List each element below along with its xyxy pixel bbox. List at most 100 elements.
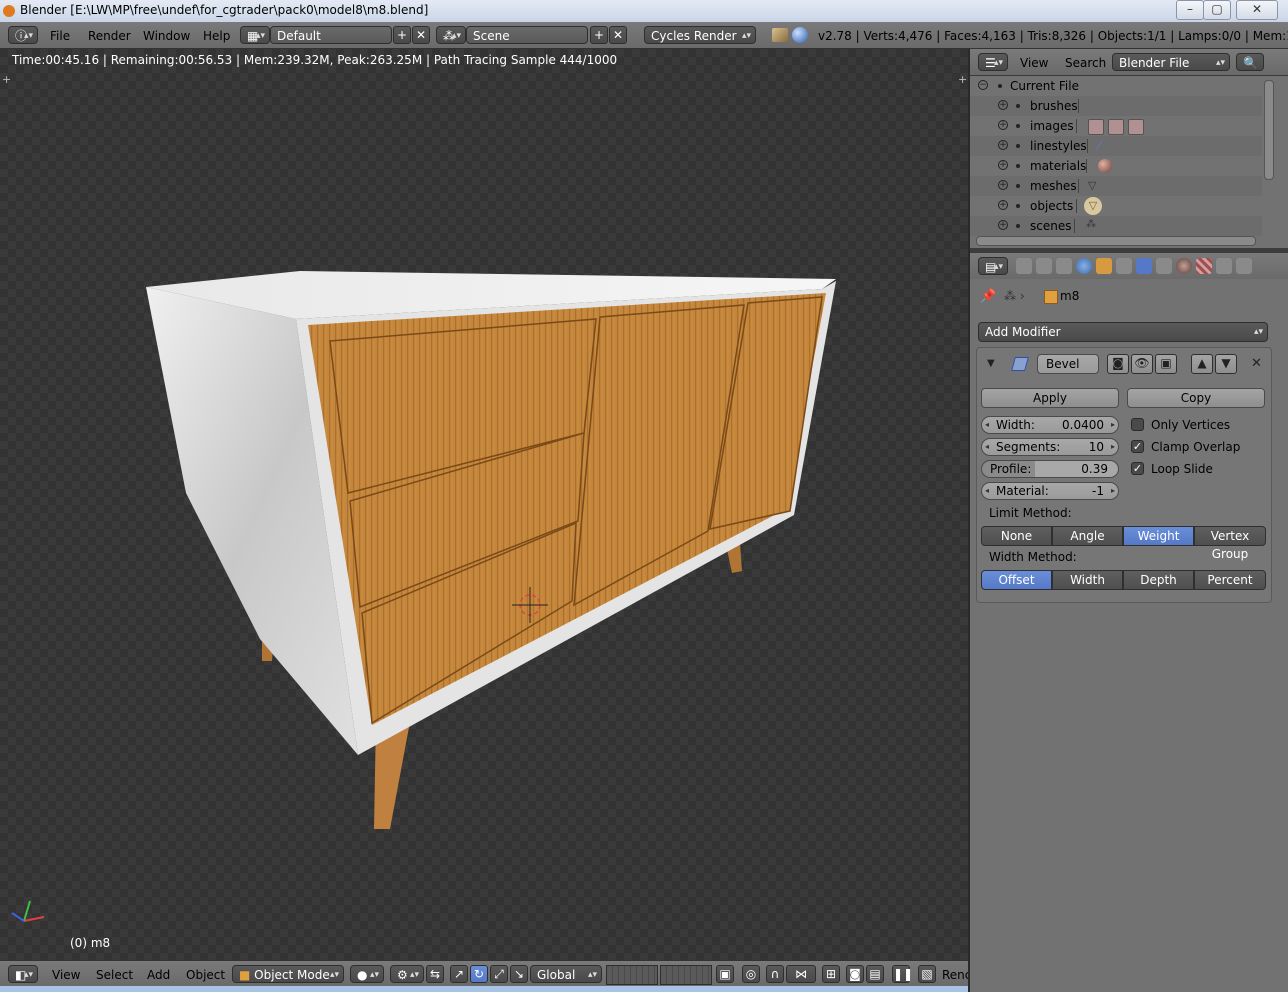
viewport-shading-icon[interactable]: ● ▴▾	[350, 965, 384, 983]
limit-method-weight[interactable]: Weight	[1123, 526, 1194, 546]
remove-scene-icon[interactable]: ✕	[609, 26, 627, 44]
close-icon[interactable]: ✕	[1236, 0, 1278, 20]
material-field[interactable]: ◂ Material: -1 ▸	[981, 482, 1119, 500]
expand-icon[interactable]: +	[998, 180, 1008, 190]
loop-slide-checkbox[interactable]: ✓	[1131, 462, 1144, 475]
data-tab-icon[interactable]	[1156, 258, 1172, 274]
editor-type-outliner-icon[interactable]: ☰ ▴▾	[978, 53, 1008, 71]
lock-camera-icon[interactable]: ▣	[716, 965, 734, 983]
snap-toggle-icon[interactable]: ∩	[766, 965, 784, 983]
move-up-icon[interactable]: ▲	[1191, 354, 1213, 374]
apply-button[interactable]: Apply	[981, 388, 1119, 408]
only-vertices-checkbox[interactable]	[1131, 418, 1144, 431]
outliner-item-linestyles[interactable]: + linestyles ⁄	[970, 136, 1262, 156]
move-down-icon[interactable]: ▼	[1215, 354, 1237, 374]
texture-tab-icon[interactable]	[1196, 258, 1212, 274]
snap-element-icon[interactable]: ⋈	[786, 965, 816, 983]
expand-icon[interactable]: +	[998, 160, 1008, 170]
outliner-item-meshes[interactable]: + meshes ▽	[970, 176, 1262, 196]
add-layout-icon[interactable]: +	[393, 26, 411, 44]
menu-window[interactable]: Window	[143, 29, 190, 43]
outliner-item-brushes[interactable]: + brushes	[970, 96, 1262, 116]
menu-help[interactable]: Help	[203, 29, 230, 43]
editmode-visibility-icon[interactable]: ▣	[1155, 354, 1177, 374]
segments-field[interactable]: ◂ Segments: 10 ▸	[981, 438, 1119, 456]
clamp-overlap-checkbox[interactable]: ✓	[1131, 440, 1144, 453]
modifier-name-field[interactable]: Bevel	[1037, 354, 1099, 374]
minimize-icon[interactable]: –	[1176, 0, 1204, 20]
render-visibility-icon[interactable]: ◙	[1107, 354, 1129, 374]
collapse-arrow-icon[interactable]: ▼	[987, 358, 995, 369]
collapse-icon[interactable]: −	[978, 80, 988, 90]
outliner-hscrollbar[interactable]	[976, 236, 1256, 246]
outliner-menu-view[interactable]: View	[1020, 56, 1048, 70]
proportional-edit-icon[interactable]: ◎	[742, 965, 760, 983]
expand-icon[interactable]: +	[998, 200, 1008, 210]
expand-icon[interactable]: +	[998, 100, 1008, 110]
width-method-percent[interactable]: Percent	[1194, 570, 1266, 590]
limit-method-angle[interactable]: Angle	[1052, 526, 1123, 546]
material-tab-icon[interactable]	[1176, 258, 1192, 274]
outliner-vscrollbar[interactable]	[1264, 80, 1274, 180]
maximize-icon[interactable]: ▢	[1203, 0, 1231, 20]
modifiers-tab-icon[interactable]	[1136, 258, 1152, 274]
menu-select[interactable]: Select	[96, 968, 133, 982]
viewport-visibility-icon[interactable]: 👁	[1131, 354, 1153, 374]
outliner-root[interactable]: − Current File	[970, 76, 1262, 96]
object-tab-icon[interactable]	[1096, 258, 1112, 274]
layers-grid-b[interactable]	[660, 965, 712, 985]
pivot-point-icon[interactable]: ⚙ ▴▾	[390, 965, 424, 983]
remove-layout-icon[interactable]: ✕	[412, 26, 430, 44]
add-modifier-dropdown[interactable]: Add Modifier ▴▾	[978, 322, 1268, 342]
outliner-search-icon[interactable]: 🔍	[1236, 53, 1264, 71]
copy-button[interactable]: Copy	[1127, 388, 1265, 408]
mode-dropdown[interactable]: ■ Object Mode ▴▾	[232, 965, 344, 983]
expand-icon[interactable]: +	[998, 120, 1008, 130]
scene-tab-icon[interactable]	[1056, 258, 1072, 274]
render-border-icon[interactable]: ▧	[918, 965, 936, 983]
outliner-menu-search[interactable]: Search	[1065, 56, 1106, 70]
constraints-tab-icon[interactable]	[1116, 258, 1132, 274]
expand-icon[interactable]: +	[998, 140, 1008, 150]
width-method-depth[interactable]: Depth	[1123, 570, 1194, 590]
layers-grid-a[interactable]	[606, 965, 658, 985]
opengl-anim-icon[interactable]: ▤	[866, 965, 884, 983]
pause-render-icon[interactable]: ❚❚	[892, 965, 913, 983]
snap-target-icon[interactable]: ⊞	[822, 965, 840, 983]
pin-icon[interactable]: 📌	[980, 289, 996, 304]
particles-tab-icon[interactable]	[1216, 258, 1232, 274]
editor-type-3d-icon[interactable]: ◧ ▴▾	[8, 965, 38, 983]
add-scene-icon[interactable]: +	[590, 26, 608, 44]
scene-field[interactable]: Scene	[466, 26, 588, 44]
scale-manipulator-icon[interactable]: ⤢	[490, 965, 508, 983]
render-tab-icon[interactable]	[1016, 258, 1032, 274]
width-method-offset[interactable]: Offset	[981, 570, 1052, 590]
screen-layout-icon[interactable]: ▦ ▴▾	[240, 26, 270, 44]
menu-add[interactable]: Add	[147, 968, 170, 982]
outliner-item-objects[interactable]: + objects ▽	[970, 196, 1262, 216]
render-layers-tab-icon[interactable]	[1036, 258, 1052, 274]
limit-method-none[interactable]: None	[981, 526, 1052, 546]
screen-layout-field[interactable]: Default	[270, 26, 392, 44]
scene-icon[interactable]: ⁂ ▴▾	[436, 26, 466, 44]
render-engine-dropdown[interactable]: Cycles Render ▴▾	[644, 26, 756, 44]
translate-manipulator-icon[interactable]: ↗	[450, 965, 468, 983]
world-tab-icon[interactable]	[1076, 258, 1092, 274]
outliner-item-materials[interactable]: + materials	[970, 156, 1262, 176]
expand-icon[interactable]: +	[998, 220, 1008, 230]
remove-modifier-icon[interactable]: ✕	[1251, 356, 1262, 371]
outliner-item-scenes[interactable]: + scenes ⁂	[970, 216, 1262, 236]
outliner-display-mode[interactable]: Blender File ▴▾	[1112, 53, 1230, 71]
orientation-dropdown[interactable]: Global ▴▾	[530, 965, 602, 983]
menu-file[interactable]: File	[50, 29, 70, 43]
editor-type-properties-icon[interactable]: ▤ ▴▾	[978, 257, 1008, 275]
width-method-width[interactable]: Width	[1052, 570, 1123, 590]
opengl-render-icon[interactable]: ◙	[846, 965, 864, 983]
profile-slider[interactable]: Profile: 0.39	[981, 460, 1119, 478]
manipulator-toggle-icon[interactable]: ⇆	[426, 965, 444, 983]
editor-type-info-icon[interactable]: ⓘ ▴▾	[8, 26, 38, 44]
outliner-item-images[interactable]: + images	[970, 116, 1262, 136]
menu-view[interactable]: View	[52, 968, 80, 982]
physics-tab-icon[interactable]	[1236, 258, 1252, 274]
width-field[interactable]: ◂ Width: 0.0400 ▸	[981, 416, 1119, 434]
